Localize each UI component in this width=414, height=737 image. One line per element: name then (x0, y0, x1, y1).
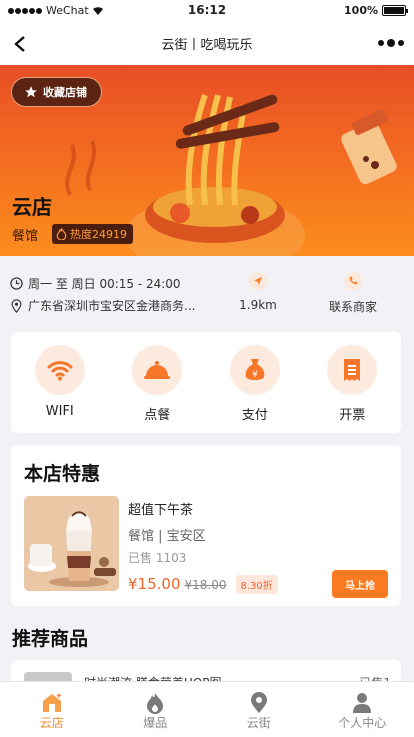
service-label: 开票 (339, 408, 366, 423)
location-pin-icon (250, 692, 268, 714)
discount-badge: 8.30折 (235, 575, 278, 594)
tab-street[interactable]: 云街 (207, 682, 311, 737)
navigation-arrow-icon (249, 272, 267, 290)
product-image[interactable] (24, 496, 119, 591)
product-name: 超值下午茶 (128, 503, 194, 518)
chevron-left-icon (14, 36, 25, 52)
flame-icon (146, 692, 164, 714)
tab-label: 云街 (246, 716, 271, 730)
cloche-icon (132, 345, 183, 395)
services-card: WIFI 点餐 ¥ 支付 开票 (11, 332, 401, 433)
location-pin-icon (11, 298, 22, 313)
tab-profile[interactable]: 个人中心 (311, 682, 414, 737)
phone-icon (344, 272, 362, 290)
tab-label: 个人中心 (338, 716, 387, 730)
favorite-label: 收藏店铺 (43, 86, 87, 99)
tab-hot[interactable]: 爆品 (104, 682, 208, 737)
hours-text: 周一 至 周日 00:15 - 24:00 (28, 277, 181, 291)
service-wifi[interactable]: WIFI (11, 332, 109, 433)
current-price: ¥15.00 (128, 575, 181, 593)
star-icon (25, 86, 37, 98)
invoice-icon (327, 345, 378, 395)
money-bag-icon: ¥ (229, 345, 280, 395)
heat-value: 热度24919 (70, 228, 127, 241)
navigate-button[interactable]: 1.9km (230, 272, 286, 312)
wifi-icon (34, 345, 85, 395)
section-title: 推荐商品 (12, 628, 89, 650)
service-label: 点餐 (144, 408, 171, 423)
back-button[interactable] (6, 30, 34, 58)
tab-bar: 云店 爆品 云街 个人中心 (0, 681, 414, 737)
tab-store[interactable]: 云店 (0, 682, 104, 737)
more-button[interactable] (378, 34, 404, 52)
user-icon (352, 692, 372, 714)
flame-icon (56, 228, 67, 240)
contact-label: 联系商家 (328, 300, 377, 314)
clock-icon (10, 277, 23, 290)
store-icon (40, 692, 64, 714)
nav-bar: 云街丨吃喝玩乐 (0, 22, 414, 65)
product-sold: 已售 1103 (128, 551, 187, 565)
distance-text: 1.9km (239, 298, 277, 312)
page-title: 云街丨吃喝玩乐 (161, 38, 253, 53)
tab-label: 爆品 (143, 716, 168, 730)
product-meta: 餐馆 | 宝安区 (128, 529, 206, 544)
battery-icon (382, 5, 408, 16)
price-row: ¥15.00 ¥18.00 8.30折 (128, 575, 278, 594)
buy-now-button[interactable]: 马上抢 (332, 570, 388, 598)
service-label: WIFI (45, 404, 74, 419)
original-price: ¥18.00 (184, 578, 227, 592)
service-pay[interactable]: ¥ 支付 (206, 332, 304, 433)
service-order[interactable]: 点餐 (109, 332, 207, 433)
heat-badge: 热度24919 (52, 224, 133, 244)
status-bar: WeChat 16:12 100% (0, 0, 414, 22)
store-name: 云店 (12, 195, 52, 219)
store-address[interactable]: 广东省深圳市宝安区金港商务... (10, 297, 220, 314)
store-info: 周一 至 周日 00:15 - 24:00 广东省深圳市宝安区金港商务... 1… (0, 256, 414, 322)
tab-label: 云店 (39, 716, 64, 730)
service-label: 支付 (241, 408, 268, 423)
opening-hours: 周一 至 周日 00:15 - 24:00 (10, 275, 181, 292)
battery-percent: 100% (344, 4, 378, 17)
service-invoice[interactable]: 开票 (304, 332, 402, 433)
svg-text:¥: ¥ (252, 370, 258, 380)
section-title: 本店特惠 (24, 463, 101, 485)
favorite-store-button[interactable]: 收藏店铺 (11, 77, 102, 107)
contact-merchant-button[interactable]: 联系商家 (320, 272, 386, 315)
address-text: 广东省深圳市宝安区金港商务... (28, 299, 196, 313)
store-hero: 收藏店铺 云店 餐馆 热度24919 (0, 65, 414, 256)
special-offer-card: 本店特惠 超值下午茶 餐馆 | 宝安区 已售 1103 ¥15.00 ¥18.0… (11, 445, 401, 606)
store-type: 餐馆 (12, 229, 39, 244)
